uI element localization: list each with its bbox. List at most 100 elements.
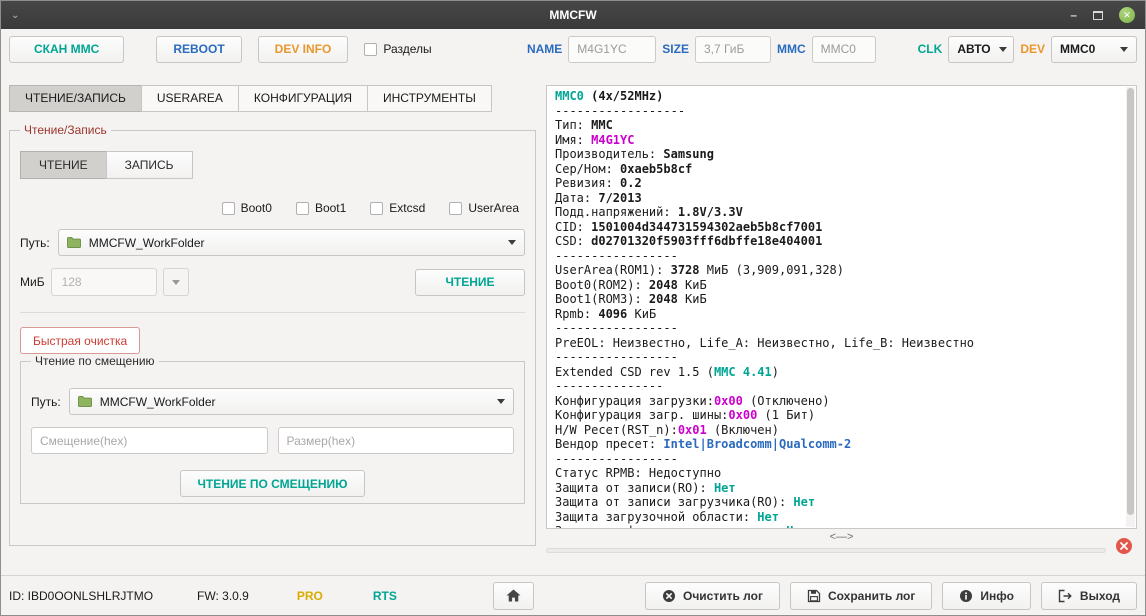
checkbox-box <box>295 201 309 215</box>
chevron-down-icon <box>497 399 505 404</box>
home-button[interactable] <box>492 581 534 610</box>
window-controls: – ✕ <box>1070 7 1145 23</box>
userarea-checkbox[interactable]: UserArea <box>449 201 519 215</box>
boot0-checkbox[interactable]: Boot0 <box>221 201 272 215</box>
quick-erase-button[interactable]: Быстрая очистка <box>20 327 141 354</box>
maximize-icon[interactable] <box>1093 10 1103 20</box>
chevron-down-icon <box>171 279 180 285</box>
userarea-label: UserArea <box>468 201 519 215</box>
offset-path-label: Путь: <box>31 394 61 409</box>
folder-icon <box>77 396 92 407</box>
read-write-group-title: Чтение/Запись <box>24 123 107 137</box>
mmc-input[interactable] <box>811 35 876 63</box>
read-mode-button[interactable]: ЧТЕНИЕ <box>20 151 107 179</box>
name-input[interactable] <box>568 35 657 63</box>
extcsd-checkbox[interactable]: Extcsd <box>370 201 425 215</box>
dev-select[interactable]: MMC0 <box>1051 35 1137 63</box>
hex-row <box>31 427 514 454</box>
write-mode-button[interactable]: ЗАПИСЬ <box>105 151 193 179</box>
checkbox-box <box>364 42 378 56</box>
divider <box>20 312 525 313</box>
scrollbar-thumb[interactable] <box>1127 88 1134 515</box>
size-row: МиБ ЧТЕНИЕ <box>20 268 525 296</box>
tab-configuration[interactable]: КОНФИГУРАЦИЯ <box>237 85 369 112</box>
log-resize-handle[interactable]: <—> <box>830 531 854 543</box>
save-log-label: Сохранить лог <box>827 588 916 603</box>
device-id-text: ID: IBD0OONLSHLRJTMO <box>9 588 154 603</box>
read-button[interactable]: ЧТЕНИЕ <box>415 268 525 296</box>
offset-hex-input[interactable] <box>31 427 268 454</box>
info-button[interactable]: Инфо <box>942 581 1031 610</box>
clear-log-button[interactable]: Очистить лог <box>644 581 780 610</box>
mib-dropdown-button[interactable] <box>162 268 189 296</box>
tab-bar: ЧТЕНИЕ/ЗАПИСЬ USERAREA КОНФИГУРАЦИЯ ИНСТ… <box>9 85 492 112</box>
size-hex-input[interactable] <box>277 427 514 454</box>
clk-value: АВТО <box>957 42 991 56</box>
pro-badge: PRO <box>296 588 323 603</box>
mode-toggle: ЧТЕНИЕ ЗАПИСЬ <box>20 151 525 179</box>
home-icon <box>506 589 521 602</box>
dev-label: DEV <box>1020 42 1045 56</box>
offset-path-value: MMCFW_WorkFolder <box>99 394 216 409</box>
circle-x-icon <box>662 589 675 602</box>
titlebar: ⌄ MMCFW – ✕ <box>1 1 1145 29</box>
tab-tools[interactable]: ИНСТРУМЕНТЫ <box>367 85 492 112</box>
info-label: Инфо <box>980 588 1014 603</box>
checkbox-box <box>370 201 384 215</box>
log-bottom-bar: <—> <box>546 529 1137 561</box>
clk-select[interactable]: АВТО <box>948 35 1015 63</box>
close-icon[interactable]: ✕ <box>1119 7 1135 23</box>
checkbox-box <box>449 201 463 215</box>
read-write-group: Чтение/Запись ЧТЕНИЕ ЗАПИСЬ Boot0 Boot1 … <box>9 123 536 546</box>
toolbar-device-fields: NAME SIZE MMC CLK АВТО DEV MMC0 <box>526 35 1137 63</box>
log-panel: MMC0 (4x/52MHz) ------------------ Тип: MM… <box>546 85 1137 529</box>
reboot-button[interactable]: REBOOT <box>156 35 242 63</box>
tab-userarea[interactable]: USERAREA <box>140 85 239 112</box>
path-row: Путь: MMCFW_WorkFolder <box>20 229 525 256</box>
size-label: SIZE <box>662 42 689 56</box>
statusbar: ID: IBD0OONLSHLRJTMO FW: 3.0.9 PRO RTS О… <box>1 575 1145 615</box>
window-title: MMCFW <box>549 8 597 22</box>
tab-read-write[interactable]: ЧТЕНИЕ/ЗАПИСЬ <box>9 85 142 112</box>
partitions-label: Разделы <box>383 42 432 56</box>
mmc-label: MMC <box>776 42 806 56</box>
offset-read-button[interactable]: ЧТЕНИЕ ПО СМЕЩЕНИЮ <box>180 470 365 497</box>
log-vertical-scrollbar[interactable] <box>1126 87 1135 527</box>
mib-input[interactable] <box>50 268 157 296</box>
offset-path-row: Путь: MMCFW_WorkFolder <box>31 388 514 415</box>
exit-label: Выход <box>1079 588 1120 603</box>
partitions-checkbox[interactable]: Разделы <box>364 42 432 56</box>
save-log-button[interactable]: Сохранить лог <box>789 581 933 610</box>
chevron-down-icon <box>1120 46 1128 52</box>
save-icon <box>807 589 821 602</box>
scan-mmc-button[interactable]: СКАН ММС <box>9 35 125 63</box>
boot0-label: Boot0 <box>240 201 272 215</box>
path-select[interactable]: MMCFW_WorkFolder <box>57 229 525 256</box>
log-horizontal-scrollbar[interactable] <box>546 548 1106 553</box>
boot1-label: Boot1 <box>314 201 347 215</box>
offset-read-group-title: Чтение по смещению <box>35 354 155 368</box>
exit-button[interactable]: Выход <box>1040 581 1137 610</box>
folder-icon <box>66 237 81 248</box>
name-label: NAME <box>526 42 563 56</box>
mib-label: МиБ <box>20 275 45 289</box>
clear-log-red-icon[interactable] <box>1115 537 1133 555</box>
window-menu-icon[interactable]: ⌄ <box>11 10 19 21</box>
firmware-version-text: FW: 3.0.9 <box>197 588 249 603</box>
extcsd-label: Extcsd <box>389 201 426 215</box>
dev-info-button[interactable]: DEV INFO <box>257 35 349 63</box>
chevron-down-icon <box>508 240 516 245</box>
offset-read-group: Чтение по смещению Путь: MMCFW_WorkFolde… <box>20 354 525 504</box>
dev-value: MMC0 <box>1060 42 1096 56</box>
checkbox-box <box>221 201 235 215</box>
clear-log-label: Очистить лог <box>682 588 763 603</box>
chevron-down-icon <box>998 46 1007 52</box>
boot1-checkbox[interactable]: Boot1 <box>295 201 347 215</box>
clk-label: CLK <box>917 42 943 56</box>
size-input[interactable] <box>694 35 771 63</box>
offset-path-select[interactable]: MMCFW_WorkFolder <box>68 388 514 415</box>
partition-checkboxes: Boot0 Boot1 Extcsd UserArea <box>20 201 525 215</box>
log-output[interactable]: MMC0 (4x/52MHz) ------------------ Тип: MM… <box>555 89 1123 528</box>
minimize-icon[interactable]: – <box>1070 9 1077 21</box>
app-window: ⌄ MMCFW – ✕ СКАН ММС REBOOT DEV INFO Раз… <box>0 0 1146 616</box>
